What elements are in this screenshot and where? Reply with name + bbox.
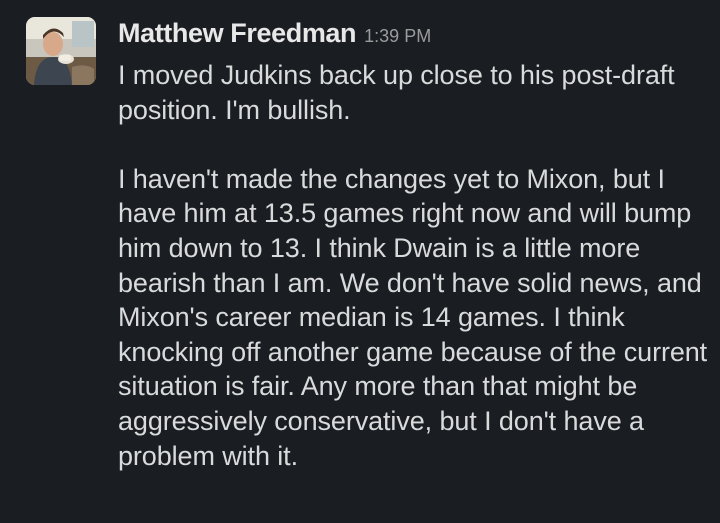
message-paragraph: I haven't made the changes yet to Mixon,… <box>118 163 708 471</box>
message-header: Matthew Freedman 1:39 PM <box>118 18 714 56</box>
avatar[interactable] <box>26 17 96 85</box>
sender-name[interactable]: Matthew Freedman <box>118 18 357 49</box>
chat-message: Matthew Freedman 1:39 PM I moved Judkins… <box>0 0 720 523</box>
message-body: I moved Judkins back up close to his pos… <box>118 58 714 473</box>
message-paragraph: I moved Judkins back up close to his pos… <box>118 60 675 125</box>
timestamp[interactable]: 1:39 PM <box>364 26 431 47</box>
user-photo-icon <box>26 17 96 85</box>
message-content: Matthew Freedman 1:39 PM I moved Judkins… <box>118 18 714 473</box>
